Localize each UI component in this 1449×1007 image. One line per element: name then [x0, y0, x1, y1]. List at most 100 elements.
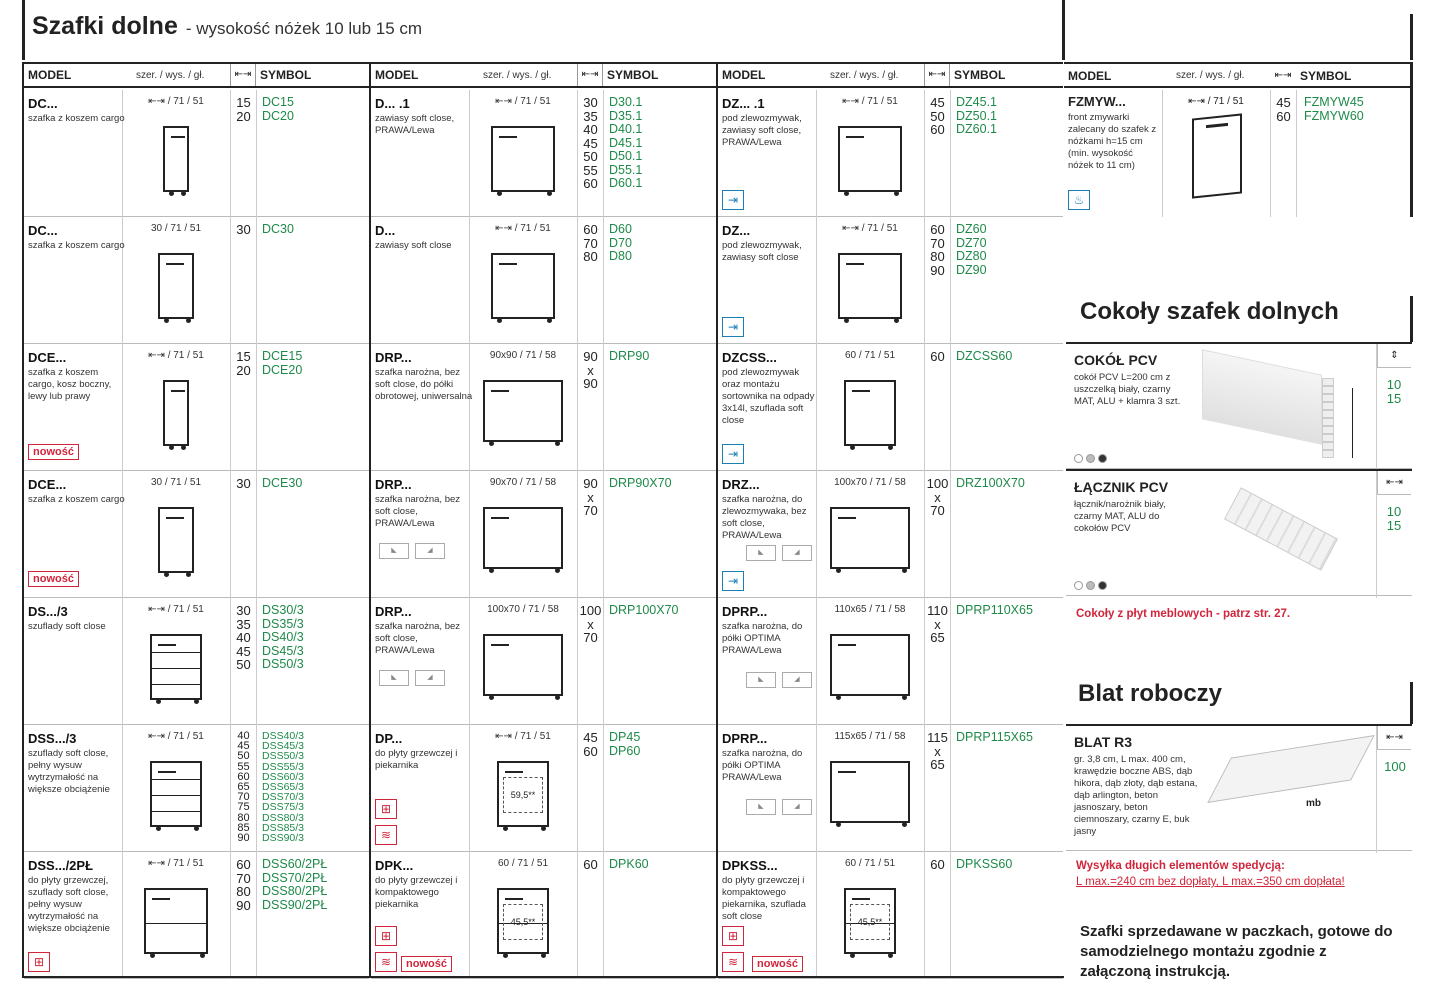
header-dims: szer. / wys. / gł. — [136, 69, 205, 81]
cooktop-icon: ⊞ — [28, 952, 50, 972]
cokol-pcv-box: COKÓŁ PCV cokół PCV L=200 cm z uszczelką… — [1066, 342, 1412, 471]
left-right-variant: ◣ ◢ — [746, 672, 812, 688]
variant-left-icon: ◣ — [746, 545, 776, 561]
symbol-cell: DCE15 DCE20 — [262, 349, 303, 377]
column-header: MODEL szer. / wys. / gł. ⇤⇥ SYMBOL — [371, 62, 716, 88]
symbol-cell: DPRP115X65 — [956, 730, 1033, 744]
symbol-cell: DC15 DC20 — [262, 95, 294, 123]
footer-note: Szafki sprzedawane w paczkach, gotowe do… — [1080, 923, 1393, 980]
cabinet-illustration — [158, 253, 194, 323]
variant-right-icon: ◢ — [782, 672, 812, 688]
symbol-cell: D30.1 D35.1 D40.1 D45.1 D50.1 D55.1 D60.… — [609, 95, 643, 190]
table-row: DS.../3 szuflady soft close ⇤⇥ / 71 / 51 30… — [24, 598, 369, 725]
model-cell: DPKSS... do płyty grzewczej i kompaktoweg… — [722, 858, 820, 923]
variant-left-icon: ◣ — [746, 799, 776, 815]
fzmyw-head-dims: szer. / wys. / gł. — [1176, 70, 1245, 81]
cabinet-illustration: 45,5** — [497, 888, 549, 958]
model-code: DRZ... — [722, 477, 760, 492]
shipping-line-2: L max.=240 cm bez dopłaty, L max.=350 cm… — [1076, 876, 1345, 888]
symbol-cell: DPKSS60 — [956, 857, 1013, 871]
cabinet-illustration: 45,5** — [844, 888, 896, 958]
dims-cell: 90x70 / 71 / 58 — [489, 477, 557, 488]
model-cell: DCE... szafka z koszem cargo, kosz boczny… — [28, 350, 126, 403]
model-code: DSS.../3 — [28, 731, 77, 746]
oven-icon: ≋ — [722, 952, 744, 972]
header-symbol: SYMBOL — [954, 68, 1006, 82]
blat-desc: gr. 3,8 cm, L max. 400 cm, krawędzie boc… — [1074, 754, 1198, 837]
cooktop-icon: ⊞ — [375, 799, 397, 819]
width-cell: 40 45 50 55 60 65 70 75 80 85 90 — [237, 730, 250, 845]
model-cell: D... zawiasy soft close — [375, 223, 473, 252]
swatch-white — [1074, 454, 1083, 463]
table-row: DC... szafka z koszem cargo 30 / 71 / 51 30… — [24, 217, 369, 344]
model-code: D... .1 — [375, 96, 410, 111]
cabinet-illustration — [830, 507, 910, 573]
dims-cell: ⇤⇥ / 71 / 51 — [495, 223, 551, 234]
width-cell: 30 — [236, 476, 251, 491]
model-code: DZ... — [722, 223, 751, 238]
symbol-cell: DCE30 — [262, 476, 303, 490]
model-desc: szafka narożna, do zlewozmywaka, bez sof… — [722, 494, 807, 541]
width-cell: 30 — [236, 222, 251, 237]
cabinet-illustration — [163, 380, 189, 450]
header-model: MODEL — [375, 68, 419, 82]
dims-cell: 60 / 71 / 51 — [844, 858, 896, 869]
swatch-black — [1098, 454, 1107, 463]
model-code: DP... — [375, 731, 403, 746]
sink-icon: ⇥ — [722, 444, 744, 464]
table-row: DPKSS... do płyty grzewczej i kompaktoweg… — [718, 852, 1063, 979]
symbol-cell: DRZ100X70 — [956, 476, 1025, 490]
table-row: DCE... szafka z koszem cargo, kosz boczny… — [24, 344, 369, 471]
dims-cell: ⇤⇥ / 71 / 51 — [148, 96, 204, 107]
header-symbol: SYMBOL — [260, 68, 312, 82]
model-desc: szafka narożna, bez soft close, PRAWA/Le… — [375, 621, 461, 656]
dims-cell: ⇤⇥ / 71 / 51 — [148, 858, 204, 869]
color-swatches-2 — [1074, 581, 1107, 590]
cabinet-illustration — [150, 634, 202, 704]
fzmyw-desc: front zmywarki zalecany do szafek z nóżk… — [1068, 112, 1157, 171]
cokol-illustration — [1202, 348, 1372, 466]
symbol-cell: DRP100X70 — [609, 603, 679, 617]
fzmyw-panel: MODEL szer. / wys. / gł. ⇤⇥ SYMBOL FZMYW… — [1064, 62, 1413, 217]
dims-cell: ⇤⇥ / 71 / 51 — [148, 731, 204, 742]
cokol-desc: cokół PCV L=200 cm z uszczelką biały, cz… — [1074, 372, 1181, 407]
model-code: DPKSS... — [722, 858, 778, 873]
model-cell: DZ... pod zlewozmywak, zawiasy soft close — [722, 223, 820, 264]
width-cell: 60 — [583, 857, 598, 872]
model-desc: pod zlewozmywak, zawiasy soft close, PRA… — [722, 113, 802, 148]
cabinet-illustration — [483, 634, 563, 700]
header-model: MODEL — [722, 68, 766, 82]
width-cell: 60 70 80 90 — [930, 222, 945, 278]
header-dims: szer. / wys. / gł. — [830, 69, 899, 81]
left-right-variant: ◣ ◢ — [379, 670, 445, 686]
model-cell: DS.../3 szuflady soft close — [28, 604, 126, 633]
blat-r3-box: BLAT R3 gr. 3,8 cm, L max. 400 cm, krawę… — [1066, 724, 1412, 853]
left-right-variant: ◣ ◢ — [379, 543, 445, 559]
blat-title: Blat roboczy — [1078, 680, 1223, 707]
model-cell: DSS.../2PŁ do płyty grzewczej, szuflady s… — [28, 858, 126, 935]
fzmyw-head: MODEL szer. / wys. / gł. ⇤⇥ SYMBOL — [1064, 62, 1410, 88]
table-row: DZCSS... pod zlewozmywak oraz montażu sor… — [718, 344, 1063, 471]
title-left-border — [22, 0, 25, 60]
model-code: DZCSS... — [722, 350, 777, 365]
width-cell: 115 x 65 — [927, 730, 948, 772]
cabinet-illustration — [838, 126, 902, 196]
cooktop-icon: ⊞ — [375, 926, 397, 946]
width-cell: 60 — [930, 857, 945, 872]
model-code: DC... — [28, 96, 58, 111]
swatch-alu — [1086, 581, 1095, 590]
table-row: D... .1 zawiasy soft close, PRAWA/Lewa ⇤⇥ … — [371, 90, 716, 217]
new-badge: nowość — [28, 444, 79, 460]
dims-cell: ⇤⇥ / 71 / 51 — [495, 731, 551, 742]
model-desc: pod zlewozmywak oraz montażu sortownika … — [722, 367, 815, 426]
dims-cell: 110x65 / 71 / 58 — [834, 604, 906, 615]
model-code: DPK... — [375, 858, 414, 873]
model-desc: szafka narożna, do półki OPTIMA PRAWA/Le… — [722, 621, 803, 656]
variant-right-icon: ◢ — [415, 670, 445, 686]
fzmyw-head-width: ⇤⇥ — [1274, 70, 1292, 81]
cabinet-illustration — [830, 634, 910, 700]
oven-icon: ≋ — [375, 825, 397, 845]
new-badge: nowość — [28, 571, 79, 587]
color-swatches — [1074, 454, 1107, 463]
model-cell: DPRP... szafka narożna, do półki OPTIMA P… — [722, 731, 820, 784]
